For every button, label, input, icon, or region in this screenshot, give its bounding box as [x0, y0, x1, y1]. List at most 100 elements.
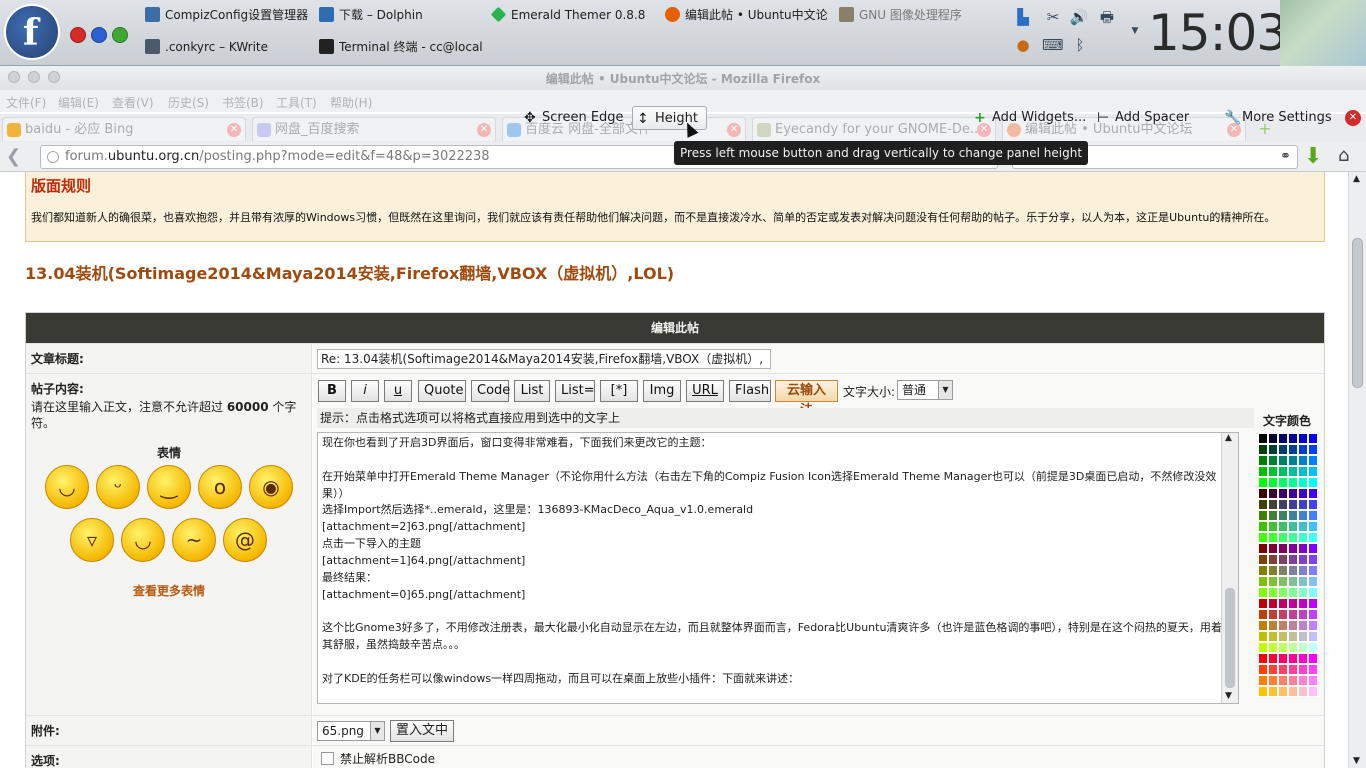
color-swatch[interactable] — [1298, 576, 1308, 587]
color-swatch[interactable] — [1258, 565, 1268, 576]
keyboard-icon[interactable]: ⌨ — [1042, 36, 1064, 54]
color-swatch[interactable] — [1268, 598, 1278, 609]
color-swatch[interactable] — [1288, 653, 1298, 664]
network-icon[interactable]: ▙ — [1013, 8, 1033, 26]
color-swatch[interactable] — [1258, 466, 1268, 477]
updater-icon[interactable]: ● — [1013, 36, 1033, 54]
color-swatch[interactable] — [1298, 466, 1308, 477]
menu-history[interactable]: 历史(S) — [168, 94, 209, 111]
more-settings-button[interactable]: 🔧 More Settings — [1220, 106, 1340, 130]
italic-button[interactable]: i — [351, 380, 379, 402]
color-swatch[interactable] — [1288, 466, 1298, 477]
flash-button[interactable]: Flash — [729, 380, 771, 402]
minimize-window-dot[interactable] — [112, 27, 128, 43]
color-swatch[interactable] — [1308, 631, 1318, 642]
color-swatch[interactable] — [1308, 433, 1318, 444]
color-swatch[interactable] — [1298, 543, 1308, 554]
color-swatch[interactable] — [1298, 510, 1308, 521]
color-swatch[interactable] — [1288, 521, 1298, 532]
color-swatch[interactable] — [1298, 488, 1308, 499]
color-swatch[interactable] — [1268, 653, 1278, 664]
printer-icon[interactable]: 🖶 — [1097, 8, 1117, 26]
color-swatch[interactable] — [1268, 488, 1278, 499]
color-swatch[interactable] — [1258, 631, 1268, 642]
color-swatch[interactable] — [1278, 477, 1288, 488]
color-swatch[interactable] — [1258, 587, 1268, 598]
scissors-icon[interactable]: ✂ — [1043, 8, 1063, 26]
task-gimp[interactable]: GNU 图像处理程序 — [837, 1, 962, 29]
close-tab-icon[interactable]: ✕ — [477, 123, 491, 137]
cloud-ime-button[interactable]: 云输入法 — [775, 380, 838, 418]
color-swatch[interactable] — [1258, 455, 1268, 466]
color-swatch[interactable] — [1258, 642, 1268, 653]
color-swatch[interactable] — [1258, 444, 1268, 455]
color-swatch[interactable] — [1268, 554, 1278, 565]
color-swatch[interactable] — [1278, 565, 1288, 576]
screen-edge-button[interactable]: ✥ Screen Edge — [520, 106, 632, 130]
color-swatch[interactable] — [1308, 521, 1318, 532]
scroll-up-icon[interactable]: ▲ — [1225, 433, 1232, 443]
color-swatch[interactable] — [1298, 499, 1308, 510]
color-swatch[interactable] — [1258, 532, 1268, 543]
menu-help[interactable]: 帮助(H) — [330, 94, 372, 111]
color-swatch[interactable] — [1268, 675, 1278, 686]
list-item-button[interactable]: [*] — [600, 380, 638, 402]
clock[interactable]: 15:03 — [1148, 4, 1288, 62]
color-swatch[interactable] — [1268, 499, 1278, 510]
color-swatch[interactable] — [1258, 576, 1268, 587]
list-numbered-button[interactable]: List= — [555, 380, 595, 402]
smiley-smile-icon[interactable]: ◡ — [45, 465, 89, 509]
color-swatch[interactable] — [1278, 587, 1288, 598]
color-swatch[interactable] — [1268, 466, 1278, 477]
color-swatch[interactable] — [1298, 609, 1308, 620]
color-swatch[interactable] — [1298, 587, 1308, 598]
scroll-up-icon[interactable]: ▲ — [1353, 174, 1360, 184]
color-swatch[interactable] — [1308, 653, 1318, 664]
color-swatch[interactable] — [1308, 543, 1318, 554]
color-swatch[interactable] — [1298, 620, 1308, 631]
color-swatch[interactable] — [1288, 576, 1298, 587]
color-swatch[interactable] — [1278, 664, 1288, 675]
color-swatch[interactable] — [1308, 576, 1318, 587]
color-swatch[interactable] — [1288, 510, 1298, 521]
color-swatch[interactable] — [1258, 675, 1268, 686]
color-swatch[interactable] — [1268, 642, 1278, 653]
subject-input[interactable]: Re: 13.04装机(Softimage2014&Maya2014安装,Fir… — [317, 349, 771, 369]
color-swatch[interactable] — [1308, 532, 1318, 543]
menu-tools[interactable]: 工具(T) — [276, 94, 317, 111]
smiley-thinking-icon[interactable]: ~ — [172, 518, 216, 562]
color-swatch[interactable] — [1298, 598, 1308, 609]
color-swatch[interactable] — [1278, 598, 1288, 609]
color-swatch[interactable] — [1288, 499, 1298, 510]
color-swatch[interactable] — [1268, 477, 1278, 488]
color-swatch[interactable] — [1308, 675, 1318, 686]
color-swatch[interactable] — [1278, 609, 1288, 620]
task-terminal[interactable]: Terminal 终端 - cc@local — [317, 33, 483, 61]
color-swatch[interactable] — [1308, 587, 1318, 598]
download-icon[interactable]: ⬇ — [1304, 144, 1322, 169]
color-swatch[interactable] — [1308, 686, 1318, 697]
insert-inline-button[interactable]: 置入文中 — [390, 720, 455, 742]
color-swatch[interactable] — [1258, 499, 1268, 510]
color-swatch[interactable] — [1268, 433, 1278, 444]
color-swatch[interactable] — [1278, 576, 1288, 587]
color-swatch[interactable] — [1278, 444, 1288, 455]
color-swatch[interactable] — [1288, 532, 1298, 543]
task-emerald-themer[interactable]: Emerald Themer 0.8.8 — [489, 1, 645, 29]
color-swatch[interactable] — [1288, 488, 1298, 499]
color-swatch[interactable] — [1278, 455, 1288, 466]
color-swatch[interactable] — [1308, 510, 1318, 521]
task-kwrite[interactable]: .conkyrc – KWrite — [143, 33, 268, 61]
color-swatch[interactable] — [1298, 455, 1308, 466]
color-swatch[interactable] — [1268, 620, 1278, 631]
color-swatch[interactable] — [1258, 653, 1268, 664]
color-swatch[interactable] — [1278, 554, 1288, 565]
color-swatch[interactable] — [1268, 444, 1278, 455]
color-swatch[interactable] — [1268, 455, 1278, 466]
color-swatch[interactable] — [1268, 576, 1278, 587]
color-swatch[interactable] — [1258, 521, 1268, 532]
fedora-launcher-icon[interactable]: f — [4, 4, 60, 60]
color-swatch[interactable] — [1278, 510, 1288, 521]
color-swatch[interactable] — [1298, 631, 1308, 642]
color-swatch[interactable] — [1298, 565, 1308, 576]
